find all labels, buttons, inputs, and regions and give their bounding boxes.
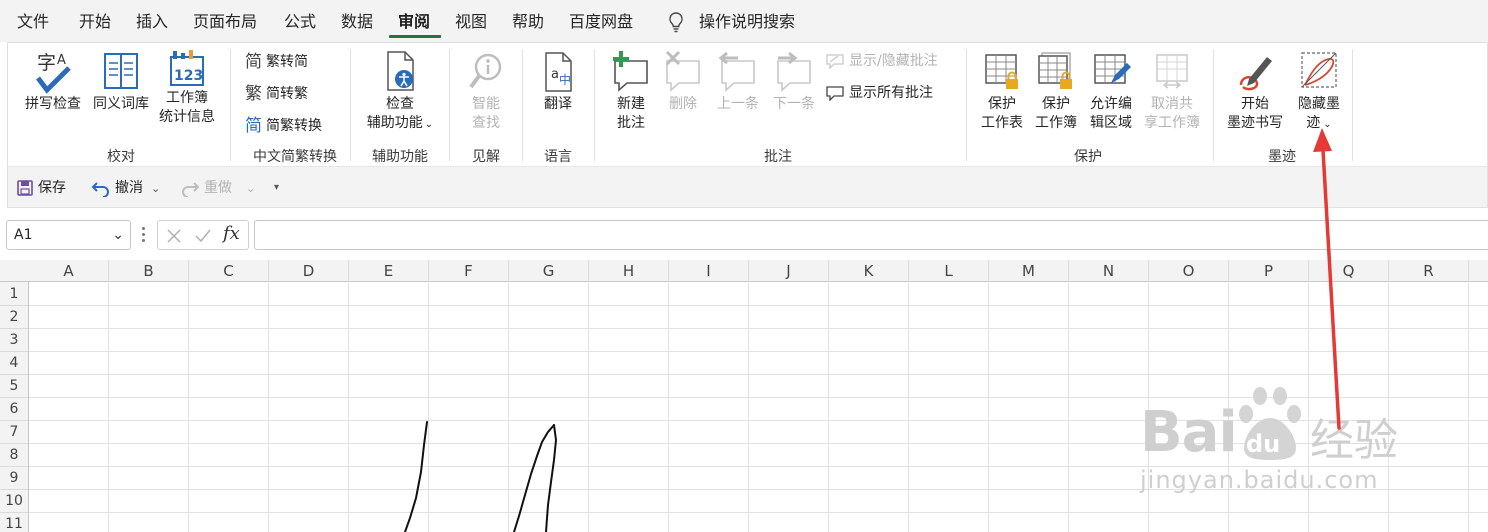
red-annotation-arrow (1313, 128, 1341, 430)
